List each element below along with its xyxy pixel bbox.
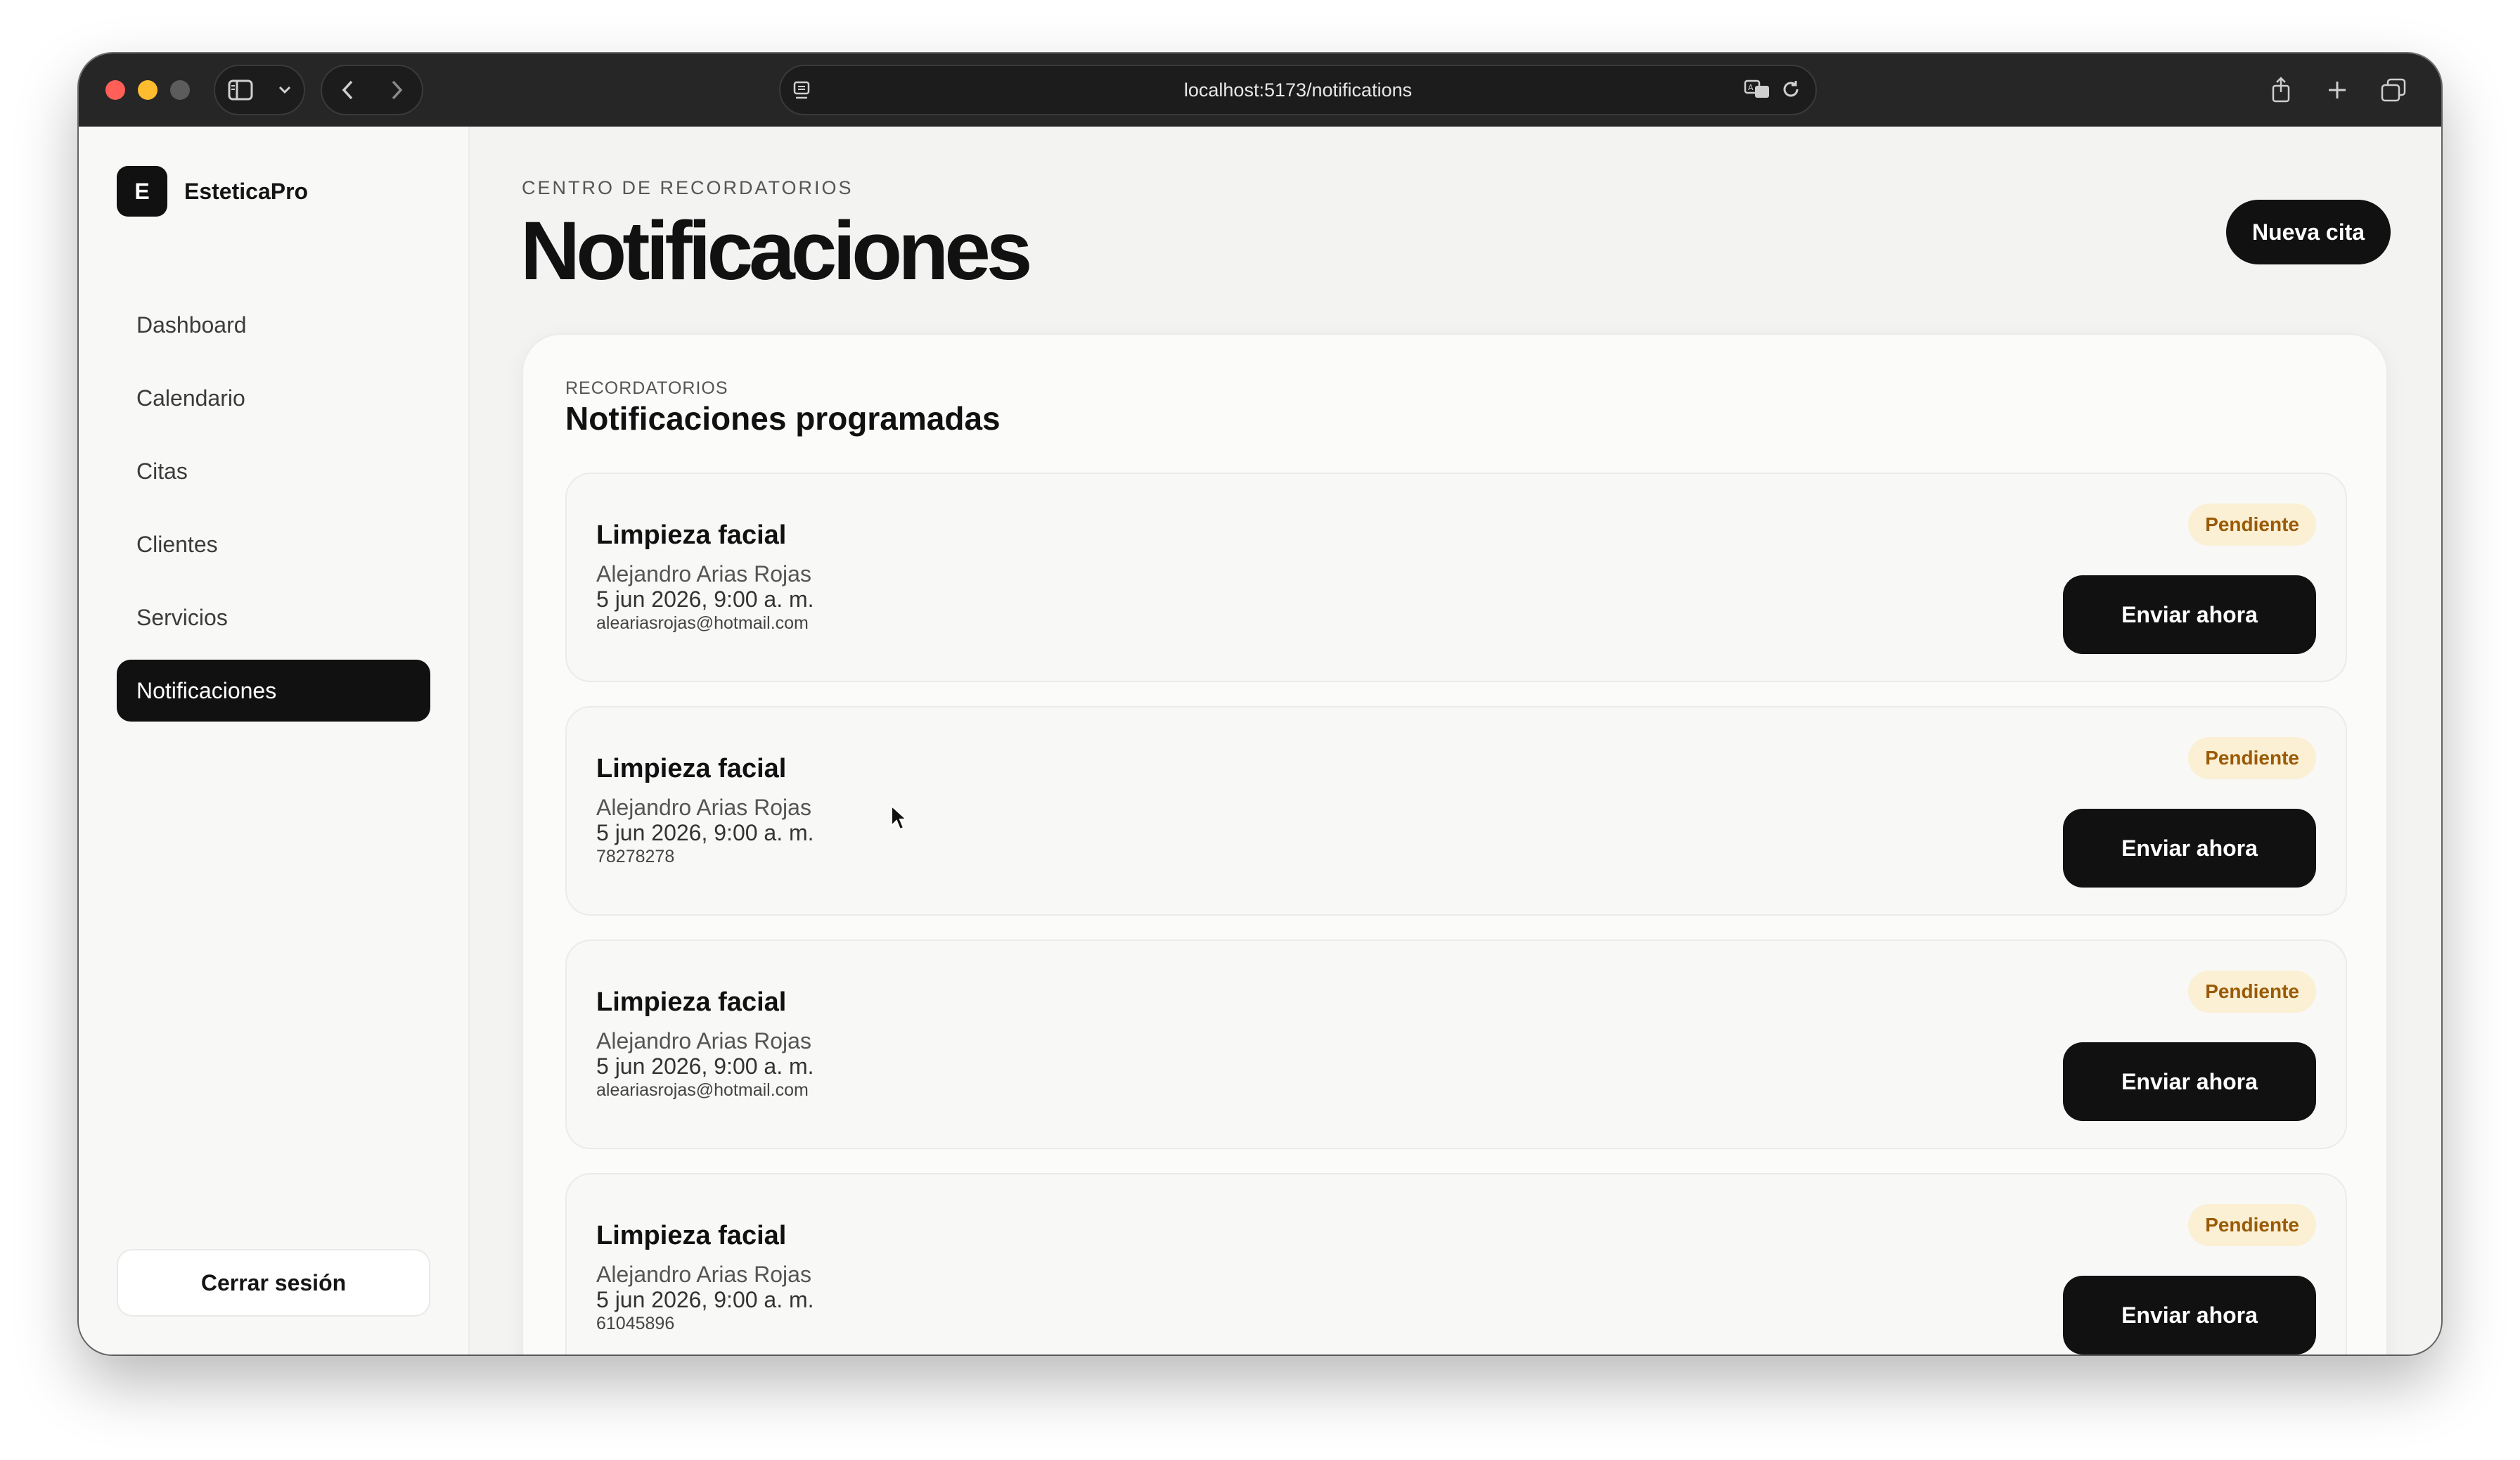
- address-bar[interactable]: localhost:5173/notifications A: [779, 65, 1817, 115]
- client-name: Alejandro Arias Rojas: [596, 1262, 811, 1287]
- notification-card: Limpieza facial Alejandro Arias Rojas 5 …: [565, 1173, 2347, 1355]
- brand-logo: E: [117, 166, 167, 217]
- logout-button[interactable]: Cerrar sesión: [117, 1249, 430, 1317]
- panel-title: Notificaciones programadas: [565, 400, 1001, 437]
- history-nav: [321, 65, 423, 115]
- mouse-cursor-icon: [890, 804, 908, 835]
- sidebar-item-servicios[interactable]: Servicios: [117, 587, 430, 648]
- brand[interactable]: E EsteticaPro: [117, 166, 308, 217]
- contact-info: aleariasrojas@hotmail.com: [596, 1080, 809, 1100]
- sidebar-item-citas[interactable]: Citas: [117, 440, 430, 502]
- send-now-button[interactable]: Enviar ahora: [2063, 1276, 2316, 1355]
- minimize-window-button[interactable]: [138, 80, 158, 100]
- notification-card: Limpieza facial Alejandro Arias Rojas 5 …: [565, 473, 2347, 682]
- svg-text:A: A: [1748, 83, 1754, 92]
- notification-card: Limpieza facial Alejandro Arias Rojas 5 …: [565, 940, 2347, 1149]
- notification-card: Limpieza facial Alejandro Arias Rojas 5 …: [565, 706, 2347, 916]
- client-name: Alejandro Arias Rojas: [596, 561, 811, 587]
- back-icon[interactable]: [341, 79, 354, 101]
- client-name: Alejandro Arias Rojas: [596, 1028, 811, 1054]
- brand-name: EsteticaPro: [184, 178, 309, 204]
- sidebar-toggle-button[interactable]: [214, 65, 305, 115]
- service-name: Limpieza facial: [596, 987, 787, 1017]
- app: E EsteticaPro Dashboard Calendario Citas…: [79, 127, 2441, 1355]
- notification-list: Limpieza facial Alejandro Arias Rojas 5 …: [565, 473, 2347, 1355]
- appointment-datetime: 5 jun 2026, 9:00 a. m.: [596, 820, 814, 845]
- contact-info: aleariasrojas@hotmail.com: [596, 613, 809, 633]
- status-badge: Pendiente: [2188, 737, 2316, 779]
- page-title: Notificaciones: [520, 205, 1033, 297]
- reload-icon[interactable]: [1780, 79, 1801, 103]
- forward-icon[interactable]: [391, 79, 404, 101]
- appointment-datetime: 5 jun 2026, 9:00 a. m.: [596, 1054, 814, 1079]
- chevron-down-icon: [278, 86, 291, 94]
- sidebar-nav: Dashboard Calendario Citas Clientes Serv…: [117, 294, 430, 733]
- status-badge: Pendiente: [2188, 504, 2316, 546]
- new-appointment-button[interactable]: Nueva cita: [2226, 200, 2391, 264]
- browser-window: localhost:5173/notifications A E Estetic…: [79, 53, 2441, 1355]
- notifications-panel: RECORDATORIOS Notificaciones programadas…: [522, 333, 2388, 1355]
- sidebar-item-dashboard[interactable]: Dashboard: [117, 294, 430, 356]
- service-name: Limpieza facial: [596, 1221, 787, 1250]
- sidebar-item-calendario[interactable]: Calendario: [117, 367, 430, 429]
- service-name: Limpieza facial: [596, 520, 787, 550]
- client-name: Alejandro Arias Rojas: [596, 795, 811, 820]
- close-window-button[interactable]: [105, 80, 125, 100]
- panel-eyebrow: RECORDATORIOS: [565, 378, 728, 398]
- translate-icon[interactable]: A: [1744, 79, 1770, 103]
- send-now-button[interactable]: Enviar ahora: [2063, 1042, 2316, 1121]
- status-badge: Pendiente: [2188, 971, 2316, 1013]
- appointment-datetime: 5 jun 2026, 9:00 a. m.: [596, 1287, 814, 1312]
- page-eyebrow: CENTRO DE RECORDATORIOS: [522, 177, 854, 198]
- screen: localhost:5173/notifications A E Estetic…: [0, 0, 2520, 1460]
- main-content: CENTRO DE RECORDATORIOS Notificaciones N…: [470, 127, 2441, 1355]
- sidebar-icon: [228, 79, 253, 101]
- zoom-window-button[interactable]: [170, 80, 190, 100]
- browser-toolbar: localhost:5173/notifications A: [79, 53, 2441, 127]
- new-tab-icon[interactable]: [2318, 70, 2357, 110]
- status-badge: Pendiente: [2188, 1204, 2316, 1246]
- contact-info: 78278278: [596, 847, 675, 866]
- sidebar-item-clientes[interactable]: Clientes: [117, 513, 430, 575]
- tab-overview-icon[interactable]: [2374, 70, 2413, 110]
- url-text: localhost:5173/notifications: [1183, 79, 1413, 101]
- send-now-button[interactable]: Enviar ahora: [2063, 575, 2316, 654]
- sidebar-item-notificaciones[interactable]: Notificaciones: [117, 660, 430, 722]
- send-now-button[interactable]: Enviar ahora: [2063, 809, 2316, 888]
- service-name: Limpieza facial: [596, 754, 787, 783]
- share-icon[interactable]: [2261, 70, 2301, 110]
- toolbar-actions: [2261, 65, 2413, 115]
- sidebar: E EsteticaPro Dashboard Calendario Citas…: [79, 127, 470, 1355]
- appointment-datetime: 5 jun 2026, 9:00 a. m.: [596, 587, 814, 612]
- contact-info: 61045896: [596, 1314, 675, 1333]
